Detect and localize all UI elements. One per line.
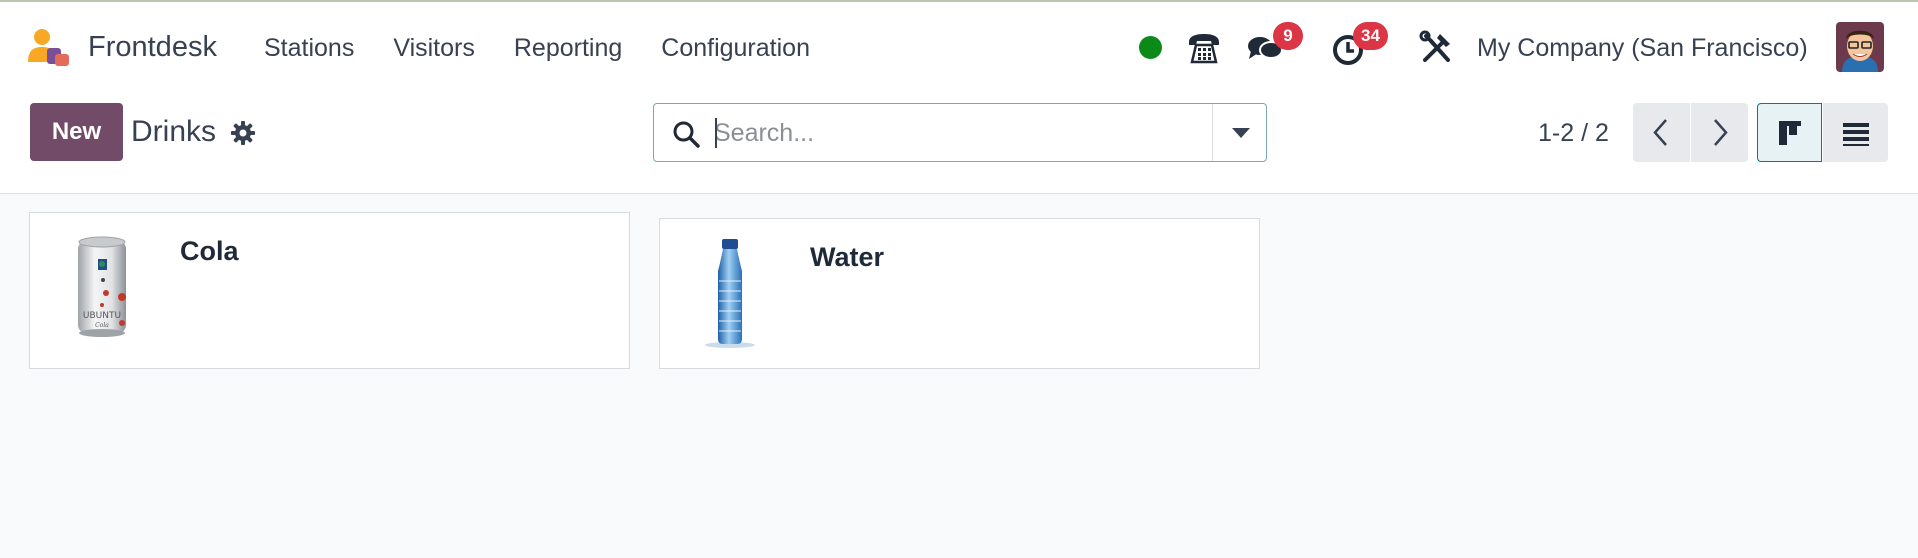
company-switcher[interactable]: My Company (San Francisco) [1477,34,1808,63]
control-panel: New Drinks 1- [0,91,1918,194]
water-bottle-image [702,239,758,354]
gear-icon[interactable] [231,121,255,145]
cola-can-label: UBUNTU [83,311,121,321]
search-icon [672,120,700,148]
main-navbar: Frontdesk Stations Visitors Reporting Co… [0,0,1918,91]
new-button[interactable]: New [30,103,123,161]
activities-count-badge: 34 [1353,22,1388,50]
kanban-card[interactable]: UBUNTU Cola Cola [29,212,630,369]
search-options-toggle[interactable] [1212,104,1267,161]
kanban-view-button[interactable] [1757,103,1822,162]
user-avatar[interactable] [1836,22,1884,72]
pager-next-button[interactable] [1691,103,1748,162]
cola-can-script: Cola [95,322,109,329]
search-input[interactable] [714,116,1254,150]
kanban-card[interactable]: Water [659,218,1260,369]
cola-can-image: UBUNTU Cola [72,233,132,344]
pager-value[interactable]: 1-2 / 2 [1538,119,1609,148]
phone-icon[interactable] [1186,30,1222,66]
text-cursor [715,118,717,148]
search-bar [653,103,1267,162]
messages-count-badge: 9 [1273,22,1303,50]
record-name: Cola [180,236,239,266]
debug-tools-icon[interactable] [1418,30,1454,66]
record-name: Water [810,242,885,272]
pager-previous-button[interactable] [1633,103,1690,162]
page-title: Drinks [131,115,217,148]
list-view-button[interactable] [1823,103,1888,162]
presence-status-icon[interactable] [1139,36,1162,59]
systray: 9 34 My Company (San Francisco) [0,2,1918,93]
